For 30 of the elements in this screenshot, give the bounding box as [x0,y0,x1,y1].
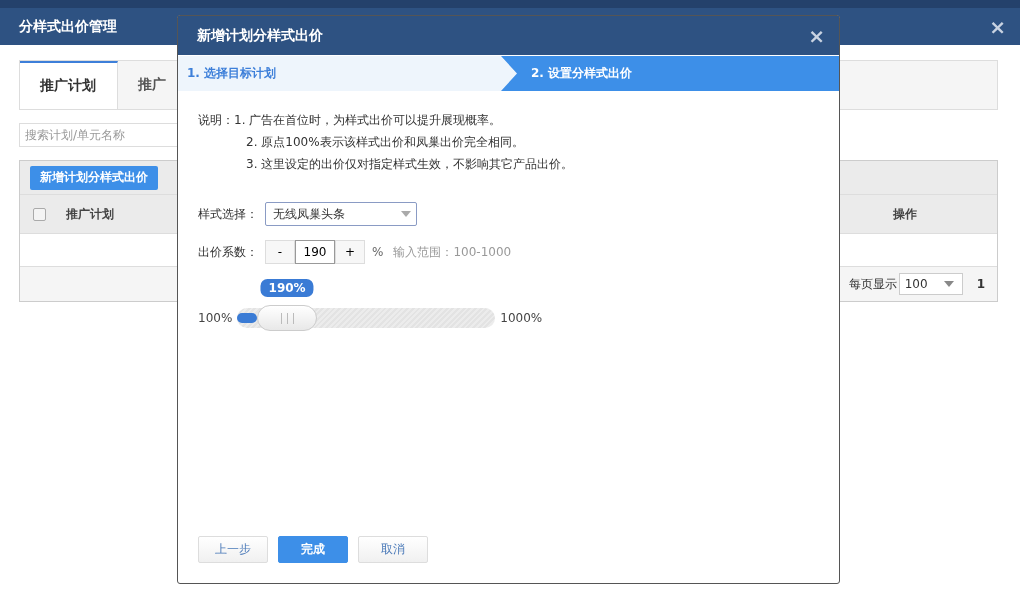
bid-label: 出价系数： [198,243,259,261]
column-header: 推广计划 [66,205,114,223]
note-text: 3. 这里设定的出价仅对指定样式生效，不影响其它产品出价。 [246,156,574,173]
dialog-title: 新增计划分样式出价 [197,26,323,45]
column-header: 操作 [893,205,917,223]
unit-label: % [372,245,384,259]
step: 1. 选择目标计划 [178,56,501,91]
per-page-label: 每页显示 [848,275,897,293]
panel-title: 分样式出价管理 [19,17,117,36]
tab[interactable]: 推广计划 [20,61,118,109]
style-label: 样式选择： [198,205,259,223]
close-button[interactable]: × [989,16,1006,37]
caret-icon [401,211,411,217]
minus-button[interactable]: - [265,240,295,264]
step: 2. 设置分样式出价 [501,56,839,91]
max-label: 1000% [500,311,543,325]
page-number[interactable]: 1 [976,277,985,291]
range-hint: 输入范围：100-1000 [393,243,512,261]
slider-thumb[interactable] [257,305,318,331]
dialog-button[interactable]: 取消 [358,536,428,563]
caret-icon [943,281,954,287]
checkbox[interactable] [33,207,46,221]
per-page-select[interactable]: 100 [898,273,963,295]
close-button[interactable]: × [808,25,825,46]
plus-button[interactable]: + [335,240,365,264]
bid-input[interactable]: 190 [295,240,335,264]
dialog-button[interactable]: 上一步 [198,536,268,563]
min-label: 100% [198,311,233,325]
value-tooltip: 190% [260,279,314,297]
style-select[interactable]: 无线凤巢头条 [265,202,417,226]
